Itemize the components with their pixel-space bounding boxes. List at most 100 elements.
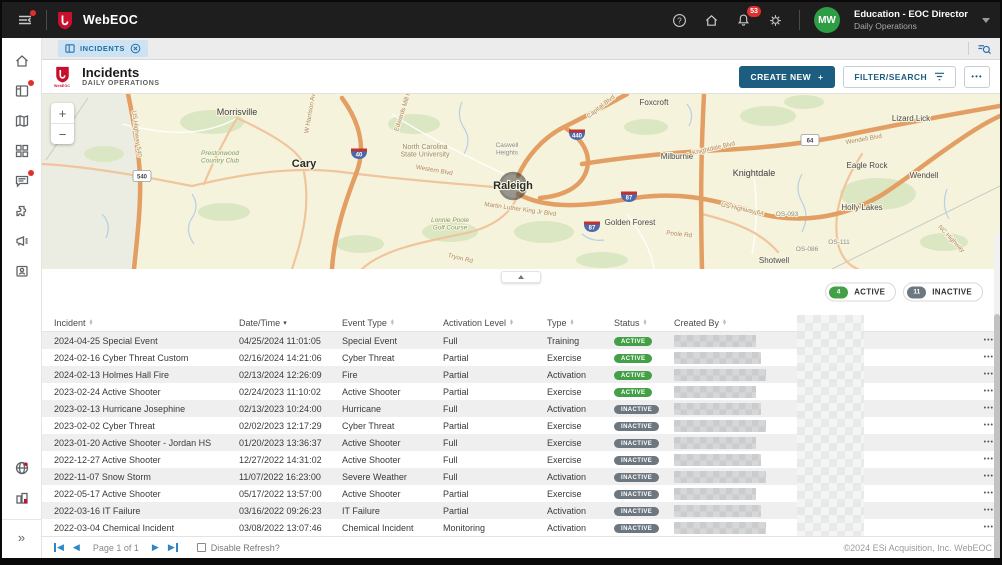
column-header-status[interactable]: Status▲▼	[614, 318, 674, 328]
status-badge: INACTIVE	[614, 405, 659, 415]
cell-status: INACTIVE	[614, 420, 674, 432]
row-menu-button[interactable]: •••	[968, 473, 994, 480]
svg-text:87: 87	[589, 226, 596, 232]
tab-incidents[interactable]: INCIDENTS	[58, 40, 148, 57]
webeoc-shield-icon	[55, 66, 70, 83]
user-menu[interactable]: Education - EOC Director Daily Operation…	[854, 9, 968, 32]
sidebar-item-plugins[interactable]	[9, 198, 35, 224]
cell-datetime: 03/08/2022 13:07:46	[239, 523, 342, 533]
table-row[interactable]: 2022-05-17 Active Shooter05/17/2022 13:5…	[42, 485, 1000, 502]
cell-created	[674, 471, 968, 483]
row-menu-button[interactable]: •••	[968, 456, 994, 463]
active-filter-pill[interactable]: 4 ACTIVE	[825, 283, 896, 302]
zoom-out-button[interactable]: −	[51, 124, 74, 144]
sidebar-item-apps[interactable]	[9, 138, 35, 164]
help-icon[interactable]: ?	[671, 11, 689, 29]
column-label: Date/Time	[239, 318, 280, 328]
row-menu-button[interactable]: •••	[968, 507, 994, 514]
row-menu-button[interactable]: •••	[968, 405, 994, 412]
row-menu-button[interactable]: •••	[968, 337, 994, 344]
cell-status: INACTIVE	[614, 471, 674, 483]
cell-incident: 2022-03-16 IT Failure	[54, 506, 239, 516]
table-row[interactable]: 2024-02-13 Holmes Hall Fire02/13/2024 12…	[42, 366, 1000, 383]
table-row[interactable]: 2022-11-07 Snow Storm11/07/2022 16:23:00…	[42, 468, 1000, 485]
chevron-down-icon[interactable]	[982, 18, 990, 23]
sidebar-item-messages[interactable]	[9, 168, 35, 194]
redacted-created-by	[674, 505, 761, 517]
row-menu-button[interactable]: •••	[968, 388, 994, 395]
zoom-in-button[interactable]: +	[51, 103, 74, 123]
column-header-type[interactable]: Type▲▼	[547, 318, 614, 328]
home-icon[interactable]	[703, 11, 721, 29]
avatar[interactable]: MW	[814, 7, 840, 33]
incidents-map[interactable]: 54040440878764 MorrisvilleCaryRaleighFox…	[42, 94, 1000, 269]
sidebar-item-globe-network[interactable]	[9, 455, 35, 481]
first-page-button[interactable]: ◀	[54, 543, 64, 552]
sort-icon: ▲▼	[390, 320, 395, 326]
cell-status: ACTIVE	[614, 369, 674, 381]
create-new-button[interactable]: CREATE NEW +	[739, 66, 836, 88]
table-row[interactable]: 2023-02-13 Hurricane Josephine02/13/2023…	[42, 400, 1000, 417]
cell-activation: Monitoring	[443, 523, 547, 533]
cell-datetime: 03/16/2022 09:26:23	[239, 506, 342, 516]
buildings-icon	[14, 490, 30, 506]
vertical-scrollbar[interactable]	[994, 234, 1000, 536]
row-menu-button[interactable]: •••	[968, 439, 994, 446]
column-header-event[interactable]: Event Type▲▼	[342, 318, 443, 328]
table-row[interactable]: 2022-03-04 Chemical Incident03/08/2022 1…	[42, 519, 1000, 536]
sidebar-item-maps[interactable]	[9, 108, 35, 134]
menu-toggle-icon[interactable]	[14, 9, 36, 31]
table-row[interactable]: 2024-02-16 Cyber Threat Custom02/16/2024…	[42, 349, 1000, 366]
row-menu-button[interactable]: •••	[968, 490, 994, 497]
next-page-button[interactable]: ▶	[152, 543, 159, 552]
column-header-datetime[interactable]: Date/Time▾	[239, 318, 342, 328]
notifications-bell-icon[interactable]: 53	[735, 11, 753, 29]
cell-type: Exercise	[547, 353, 614, 363]
filter-search-label: FILTER/SEARCH	[854, 72, 927, 82]
board-more-options-button[interactable]: •••	[964, 66, 990, 88]
sidebar-item-organizations[interactable]	[9, 485, 35, 511]
column-label: Event Type	[342, 318, 387, 328]
column-header-created[interactable]: Created By▲▼	[674, 318, 994, 328]
table-row[interactable]: 2022-03-16 IT Failure03/16/2022 09:26:23…	[42, 502, 1000, 519]
collapse-map-button[interactable]	[501, 271, 541, 283]
table-row[interactable]: 2022-12-27 Active Shooter12/27/2022 14:3…	[42, 451, 1000, 468]
cell-created	[674, 403, 968, 415]
inactive-filter-pill[interactable]: 11 INACTIVE	[903, 283, 983, 302]
table-row[interactable]: 2023-01-20 Active Shooter - Jordan HS01/…	[42, 434, 1000, 451]
column-header-incident[interactable]: Incident▲▼	[54, 318, 239, 328]
column-label: Type	[547, 318, 567, 328]
boards-notification-dot	[28, 80, 34, 86]
previous-page-button[interactable]: ◀	[73, 543, 80, 552]
filter-search-button[interactable]: FILTER/SEARCH	[843, 66, 956, 88]
table-row[interactable]: 2024-04-25 Special Event04/25/2024 11:01…	[42, 332, 1000, 349]
search-boards-icon[interactable]	[977, 42, 992, 55]
close-tab-icon[interactable]	[130, 43, 141, 54]
cell-status: ACTIVE	[614, 386, 674, 398]
webeoc-app-window: WebEOC ? 53 MW Educatio	[0, 0, 1002, 565]
row-menu-button[interactable]: •••	[968, 422, 994, 429]
sidebar-item-home[interactable]	[9, 48, 35, 74]
table-row[interactable]: 2023-02-02 Cyber Threat02/02/2023 12:17:…	[42, 417, 1000, 434]
row-menu-button[interactable]: •••	[968, 354, 994, 361]
last-page-button[interactable]: ▶	[168, 543, 178, 552]
svg-text:40: 40	[356, 153, 363, 159]
sidebar-item-announcements[interactable]	[9, 228, 35, 254]
column-label: Created By	[674, 318, 719, 328]
cell-created	[674, 420, 968, 432]
sidebar-item-contacts[interactable]	[9, 258, 35, 284]
table-row[interactable]: 2023-02-24 Active Shooter02/24/2023 11:1…	[42, 383, 1000, 400]
column-header-activation[interactable]: Activation Level▲▼	[443, 318, 547, 328]
map-label: Morrisville	[217, 107, 258, 117]
row-menu-button[interactable]: •••	[968, 524, 994, 531]
scrollbar-thumb[interactable]	[994, 314, 1000, 565]
sidebar-expand-button[interactable]: »	[9, 524, 35, 550]
disable-refresh-checkbox[interactable]	[197, 543, 206, 552]
status-badge: INACTIVE	[614, 507, 659, 517]
disable-refresh-control[interactable]: Disable Refresh?	[197, 543, 280, 553]
row-menu-button[interactable]: •••	[968, 371, 994, 378]
settings-gear-icon[interactable]	[767, 11, 785, 29]
sidebar-item-boards[interactable]	[9, 78, 35, 104]
cell-datetime: 02/13/2023 10:24:00	[239, 404, 342, 414]
user-role: Education - EOC Director	[854, 9, 968, 21]
